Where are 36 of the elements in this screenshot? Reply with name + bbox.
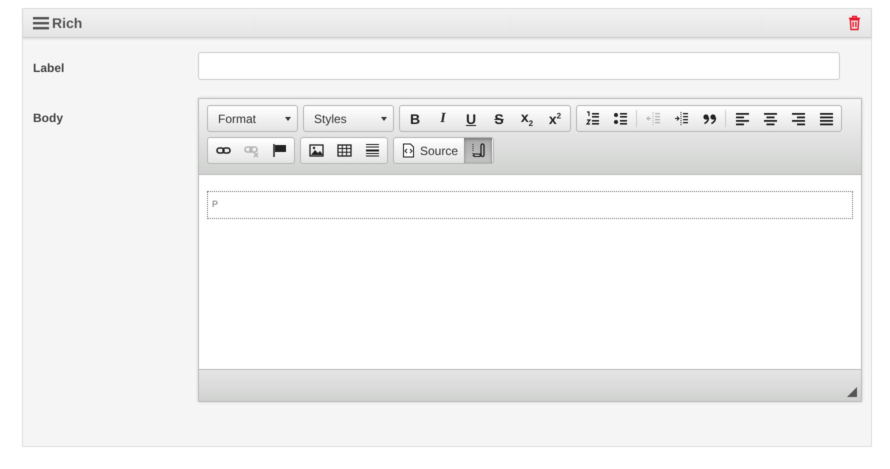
- toolbar-button[interactable]: Source: [395, 138, 464, 163]
- trash-icon[interactable]: [848, 15, 861, 31]
- outdent-icon: [646, 111, 660, 126]
- field-label: Label: [33, 60, 66, 75]
- indent-icon: [674, 111, 688, 126]
- panel-title: Rich: [52, 15, 82, 31]
- flag-icon: [272, 143, 286, 158]
- align-center-icon: [762, 111, 778, 126]
- bulleted-list-icon: [612, 111, 628, 126]
- editor-content-area[interactable]: P: [199, 175, 861, 369]
- justify-icon: [818, 111, 834, 126]
- toolbar-button[interactable]: B: [401, 106, 429, 131]
- field-label: Body: [33, 110, 64, 125]
- image-icon: [308, 143, 324, 158]
- align-left-icon: [734, 111, 750, 126]
- toolbar-button[interactable]: x$^{2}$: [541, 106, 569, 131]
- horizontal-rule-icon: [364, 143, 380, 158]
- numbered-list-icon: [584, 111, 600, 126]
- toolbar-button[interactable]: I: [429, 106, 457, 131]
- align-right-icon: [790, 111, 806, 126]
- toolbar-button[interactable]: x$_{2}$: [513, 106, 541, 131]
- resize-handle[interactable]: [847, 387, 857, 397]
- toolbar-button[interactable]: [464, 138, 492, 163]
- menu-icon[interactable]: [33, 16, 49, 30]
- caret-icon: [285, 116, 291, 120]
- show-blocks-icon: [470, 143, 486, 158]
- dropdown[interactable]: Styles: [303, 105, 394, 132]
- unlink-icon: [244, 143, 258, 158]
- input-field[interactable]: [198, 52, 840, 80]
- block-tag: P: [212, 199, 218, 209]
- table-icon: [336, 143, 352, 158]
- dropdown[interactable]: Format: [207, 105, 298, 132]
- caret-icon: [381, 116, 387, 120]
- document-icon: [401, 143, 416, 158]
- toolbar-button[interactable]: S: [485, 106, 513, 131]
- toolbar-button[interactable]: U: [457, 106, 485, 131]
